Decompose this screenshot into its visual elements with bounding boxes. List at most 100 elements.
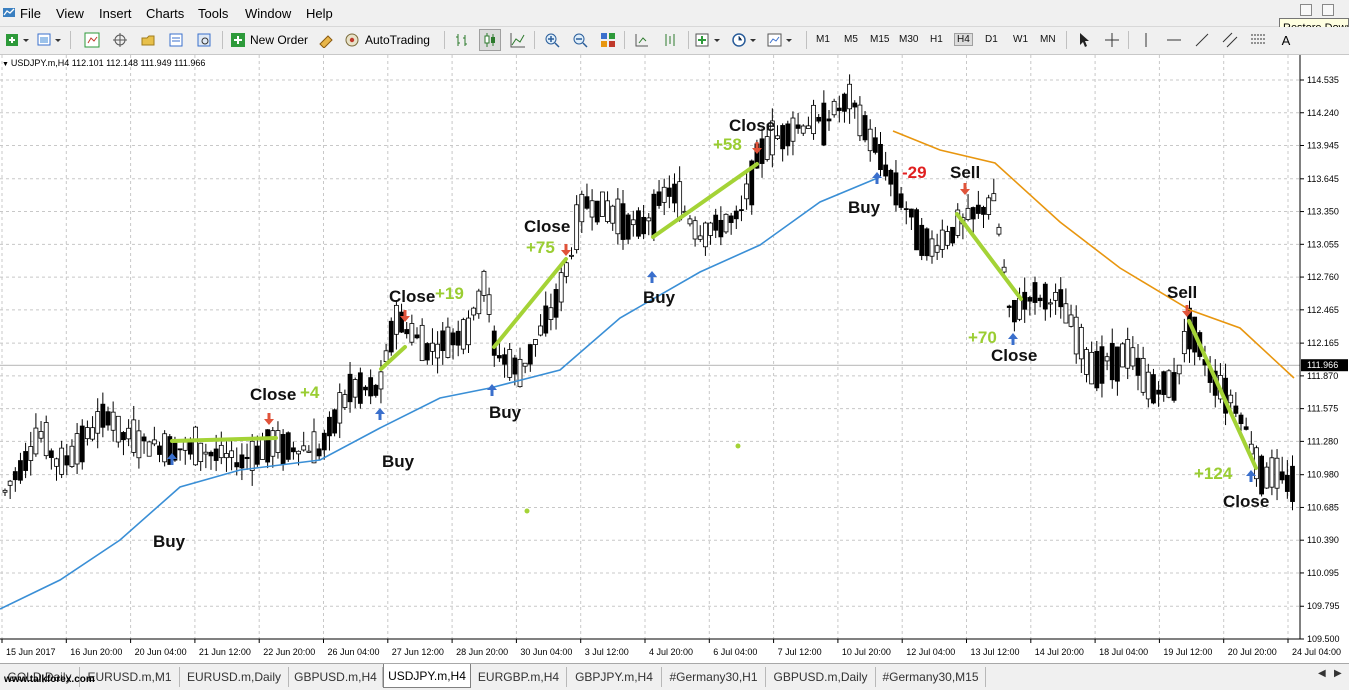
terminal-button[interactable] xyxy=(166,30,186,50)
tabs-scroll-right-icon[interactable]: ▶ xyxy=(1334,668,1342,679)
autotrading-button[interactable]: AutoTrading xyxy=(344,30,438,50)
chart-tab[interactable]: EURUSD.m,M1 xyxy=(80,667,180,687)
candle xyxy=(74,423,80,475)
new-chart-button[interactable] xyxy=(4,30,32,50)
candle-body xyxy=(1166,370,1172,398)
toolbar-separator xyxy=(70,31,71,49)
menu-view[interactable]: View xyxy=(56,6,84,21)
menu-tools[interactable]: Tools xyxy=(198,6,228,21)
pips-label: -29 xyxy=(902,163,927,182)
timeframe-h1[interactable]: H1 xyxy=(930,34,943,45)
price-tick-label: 112.165 xyxy=(1307,338,1339,348)
candle xyxy=(605,191,610,224)
timeframe-w1[interactable]: W1 xyxy=(1013,34,1028,45)
candlestick-chart[interactable]: 114.535 114.240 113.945 113.645 113.350 113.0… xyxy=(0,55,1349,663)
market-watch-button[interactable] xyxy=(82,30,102,50)
new-order-button[interactable]: New Order xyxy=(230,30,310,50)
bar-chart-button[interactable] xyxy=(452,30,472,50)
chart-tab[interactable]: GBPJPY.m,H4 xyxy=(567,667,662,687)
chart-tabs-bar: GOLD,Daily EURUSD.m,M1 EURUSD.m,Daily GBPUS… xyxy=(0,663,1349,690)
restore-button[interactable] xyxy=(1322,4,1334,16)
templates-button[interactable] xyxy=(766,30,796,50)
fibonacci-button[interactable] xyxy=(1248,30,1268,50)
menu-window[interactable]: Window xyxy=(245,6,291,21)
chart-window[interactable]: 114.535 114.240 113.945 113.645 113.350 113.0… xyxy=(0,55,1349,663)
candle xyxy=(450,328,456,360)
menu-help[interactable]: Help xyxy=(306,6,333,21)
candle-body xyxy=(1264,466,1270,489)
candle xyxy=(430,328,435,365)
candle-body xyxy=(352,379,358,398)
timeframe-m5[interactable]: M5 xyxy=(844,34,858,45)
candle-body xyxy=(759,138,765,164)
candle-body xyxy=(18,460,23,481)
candle xyxy=(780,123,786,162)
candle xyxy=(95,398,101,449)
menu-charts[interactable]: Charts xyxy=(146,6,184,21)
timeframe-m15[interactable]: M15 xyxy=(870,34,889,45)
tabs-scroll-left-icon[interactable]: ◀ xyxy=(1318,668,1326,679)
cursor-button[interactable] xyxy=(1074,30,1094,50)
line-chart-button[interactable] xyxy=(508,30,528,50)
candle-body xyxy=(193,426,198,466)
vertical-line-button[interactable] xyxy=(1136,30,1156,50)
menu-insert[interactable]: Insert xyxy=(99,6,132,21)
candle-body xyxy=(450,332,456,346)
chart-tab[interactable]: EURGBP.m,H4 xyxy=(471,667,567,687)
candle-body xyxy=(1073,316,1079,355)
metaeditor-button[interactable] xyxy=(316,30,336,50)
strategy-tester-button[interactable] xyxy=(194,30,214,50)
candlestick-chart-button[interactable] xyxy=(479,29,501,51)
minimize-button[interactable] xyxy=(1300,4,1312,16)
chart-tab[interactable]: GBPUSD.m,H4 xyxy=(289,667,383,687)
menu-file[interactable]: File xyxy=(20,6,41,21)
candle-body xyxy=(393,304,399,335)
horizontal-line-button[interactable] xyxy=(1164,30,1184,50)
chart-tab[interactable]: GBPUSD.m,Daily xyxy=(766,667,876,687)
bar-chart-icon xyxy=(456,34,467,46)
close-label: Close xyxy=(524,217,570,236)
date-tick-label: 20 Jul 20:00 xyxy=(1228,647,1277,657)
navigator-button[interactable] xyxy=(138,30,158,50)
timeframe-d1[interactable]: D1 xyxy=(985,34,998,45)
zoom-out-button[interactable] xyxy=(570,30,590,50)
autoscroll-button[interactable] xyxy=(660,30,680,50)
candle xyxy=(842,92,847,123)
indicators-button[interactable] xyxy=(694,30,724,50)
candle-body xyxy=(986,197,992,215)
candle-body xyxy=(672,183,677,204)
crosshair-button[interactable] xyxy=(1102,30,1122,50)
price-tick-label: 112.760 xyxy=(1307,272,1339,282)
candle-body xyxy=(476,290,482,315)
timeframe-m30[interactable]: M30 xyxy=(899,34,918,45)
tile-windows-button[interactable] xyxy=(598,30,618,50)
text-button[interactable]: A xyxy=(1276,30,1296,50)
chart-tab[interactable]: #Germany30,M15 xyxy=(876,667,986,687)
chart-tab[interactable]: EURUSD.m,Daily xyxy=(180,667,289,687)
periods-button[interactable] xyxy=(730,30,760,50)
candle xyxy=(1279,456,1285,484)
chart-tab[interactable]: USDJPY.m,H4 xyxy=(383,664,471,688)
candle xyxy=(332,408,338,437)
profiles-button[interactable] xyxy=(36,30,64,50)
candle-body xyxy=(198,442,204,462)
chart-tab[interactable]: #Germany30,H1 xyxy=(662,667,766,687)
candle-body xyxy=(996,226,1002,235)
candle xyxy=(883,151,889,181)
trendline-icon xyxy=(1195,33,1209,47)
chart-shift-button[interactable] xyxy=(632,30,652,50)
trendline-button[interactable] xyxy=(1192,30,1212,50)
sell-label: Sell xyxy=(950,163,980,182)
candle-body xyxy=(1238,414,1244,425)
candle-body xyxy=(630,219,636,226)
candle-body xyxy=(1048,302,1053,305)
data-window-button[interactable] xyxy=(110,30,130,50)
candle-body xyxy=(146,441,152,457)
equidistant-channel-button[interactable] xyxy=(1220,30,1240,50)
timeframe-m1[interactable]: M1 xyxy=(816,34,830,45)
timeframe-h4[interactable]: H4 xyxy=(954,33,973,46)
zoom-in-button[interactable] xyxy=(542,30,562,50)
candle-body xyxy=(991,193,997,202)
timeframe-mn[interactable]: MN xyxy=(1040,34,1056,45)
autotrading-label: AutoTrading xyxy=(365,33,430,47)
